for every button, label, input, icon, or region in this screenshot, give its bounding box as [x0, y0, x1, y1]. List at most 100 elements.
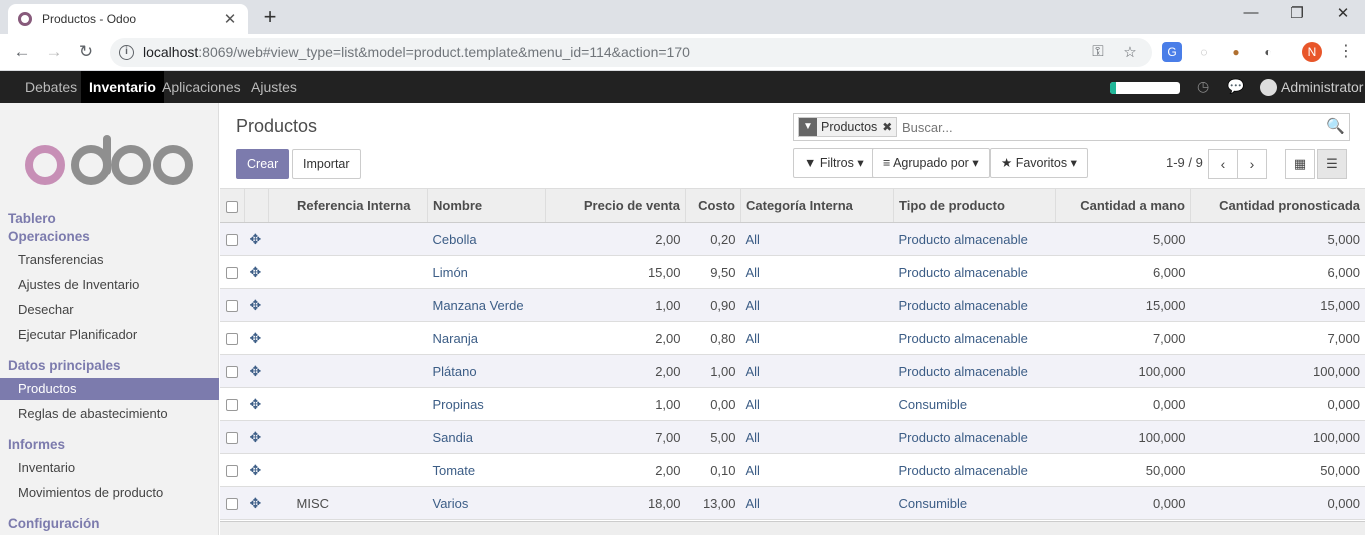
- tab-title: Productos - Odoo: [42, 12, 137, 26]
- row-checkbox[interactable]: [220, 321, 245, 355]
- sidebar-section-tablero[interactable]: Tablero: [8, 211, 56, 226]
- favorites-button[interactable]: ★ Favoritos ▾: [990, 148, 1088, 178]
- col-cantidad-pronosticada[interactable]: Cantidad pronosticada: [1190, 188, 1365, 223]
- groupby-button[interactable]: ≡ Agrupado por ▾: [872, 148, 990, 178]
- drag-handle-icon[interactable]: ✥: [244, 387, 269, 421]
- search-input[interactable]: [902, 118, 1322, 136]
- col-cantidad-mano[interactable]: Cantidad a mano: [1055, 188, 1191, 223]
- table-row[interactable]: ✥ Tomate 2,00 0,10 All Producto almacenable 50…: [220, 453, 1365, 487]
- cell-nombre: Propinas: [427, 387, 546, 421]
- close-window-icon[interactable]: ✕: [1330, 4, 1356, 22]
- list-view-icon[interactable]: ☰: [1317, 149, 1347, 179]
- menu-debates[interactable]: Debates: [17, 71, 85, 103]
- table-row[interactable]: ✥ Manzana Verde 1,00 0,90 All Producto almace…: [220, 288, 1365, 322]
- search-icon[interactable]: 🔍: [1326, 117, 1345, 135]
- key-icon[interactable]: ⚿: [1088, 43, 1108, 60]
- site-info-icon[interactable]: i: [119, 45, 134, 60]
- browser-tab[interactable]: Productos - Odoo ✕: [8, 4, 248, 34]
- col-precio-venta[interactable]: Precio de venta: [545, 188, 686, 223]
- back-icon[interactable]: ←: [10, 40, 34, 64]
- table-row[interactable]: ✥ Cebolla 2,00 0,20 All Producto almacenable 5…: [220, 222, 1365, 256]
- close-tab-icon[interactable]: ✕: [222, 10, 238, 28]
- cell-nombre: Plátano: [427, 354, 546, 388]
- pager-next-icon[interactable]: ›: [1237, 149, 1267, 179]
- chat-icon[interactable]: 💬: [1227, 78, 1244, 95]
- maximize-icon[interactable]: ❐: [1284, 4, 1310, 22]
- pager-previous-icon[interactable]: ‹: [1208, 149, 1238, 179]
- browser-menu-icon[interactable]: ⋮: [1336, 42, 1356, 62]
- sidebar-item-reglas-abastecimiento[interactable]: Reglas de abastecimiento: [0, 403, 219, 425]
- cell-precio-venta: 1,00: [545, 387, 686, 421]
- progress-bar[interactable]: [1110, 82, 1180, 94]
- create-button[interactable]: Crear: [236, 149, 290, 179]
- search-bar: ▼ Productos ✖ 🔍: [793, 113, 1350, 141]
- table-row[interactable]: ✥ Naranja 2,00 0,80 All Producto almacenable 7…: [220, 321, 1365, 355]
- sidebar-item-movimientos-producto[interactable]: Movimientos de producto: [0, 482, 219, 504]
- sidebar-item-ejecutar-planificador[interactable]: Ejecutar Planificador: [0, 324, 219, 346]
- address-bar[interactable]: i localhost:8069/web#view_type=list&mode…: [110, 38, 1152, 67]
- filters-button[interactable]: ▼ Filtros ▾: [793, 148, 875, 178]
- profile-avatar[interactable]: N: [1302, 42, 1322, 62]
- pager-value[interactable]: 1-9 / 9: [1166, 155, 1203, 170]
- row-checkbox[interactable]: [220, 387, 245, 421]
- minimize-icon[interactable]: —: [1238, 4, 1264, 21]
- extension-circle-icon[interactable]: ◐: [1258, 42, 1278, 62]
- sidebar-section-configuracion[interactable]: Configuración: [8, 516, 100, 531]
- import-button[interactable]: Importar: [292, 149, 361, 179]
- col-tipo-producto[interactable]: Tipo de producto: [893, 188, 1056, 223]
- extension-icon[interactable]: ◌: [1194, 42, 1214, 62]
- table-row[interactable]: ✥ MISC Varios 18,00 13,00 All Consumible 0,000 0…: [220, 486, 1365, 520]
- row-checkbox[interactable]: [220, 255, 245, 289]
- sidebar-item-ajustes-inventario[interactable]: Ajustes de Inventario: [0, 274, 219, 296]
- drag-handle-icon[interactable]: ✥: [244, 420, 269, 454]
- sidebar-item-productos[interactable]: Productos: [0, 378, 219, 400]
- drag-handle-icon[interactable]: ✥: [244, 453, 269, 487]
- col-referencia-interna[interactable]: Referencia Interna: [268, 188, 428, 223]
- row-checkbox[interactable]: [220, 453, 245, 487]
- filter-icon: ▼: [799, 118, 817, 136]
- select-all-checkbox[interactable]: [220, 188, 245, 223]
- table-body: ✥ Cebolla 2,00 0,20 All Producto almacenable 5…: [220, 222, 1365, 520]
- drag-handle-icon[interactable]: ✥: [244, 321, 269, 355]
- sidebar-section-informes[interactable]: Informes: [8, 437, 65, 452]
- url-text[interactable]: localhost:8069/web#view_type=list&model=…: [143, 44, 690, 60]
- drag-handle-icon[interactable]: ✥: [244, 255, 269, 289]
- sidebar-section-datos-principales[interactable]: Datos principales: [8, 358, 121, 373]
- sidebar-section-operaciones[interactable]: Operaciones: [8, 229, 90, 244]
- drag-handle-icon[interactable]: ✥: [244, 288, 269, 322]
- table-row[interactable]: ✥ Propinas 1,00 0,00 All Consumible 0,000 0,000: [220, 387, 1365, 421]
- kanban-view-icon[interactable]: ▦: [1285, 149, 1315, 179]
- search-facet[interactable]: ▼ Productos ✖: [798, 117, 898, 137]
- col-nombre[interactable]: Nombre: [427, 188, 546, 223]
- facet-remove-icon[interactable]: ✖: [882, 120, 892, 134]
- row-checkbox[interactable]: [220, 222, 245, 256]
- reload-icon[interactable]: ↻: [74, 40, 98, 64]
- drag-handle-icon[interactable]: ✥: [244, 486, 269, 520]
- user-menu[interactable]: Administrator: [1260, 71, 1363, 103]
- bookmark-star-icon[interactable]: ☆: [1120, 43, 1140, 61]
- translate-extension-icon[interactable]: G: [1162, 42, 1182, 62]
- row-checkbox[interactable]: [220, 420, 245, 454]
- table-row[interactable]: ✥ Limón 15,00 9,50 All Producto almacenable 6,…: [220, 255, 1365, 289]
- drag-handle-icon[interactable]: ✥: [244, 222, 269, 256]
- row-checkbox[interactable]: [220, 486, 245, 520]
- sidebar-item-transferencias[interactable]: Transferencias: [0, 249, 219, 271]
- row-checkbox[interactable]: [220, 288, 245, 322]
- drag-handle-icon[interactable]: ✥: [244, 354, 269, 388]
- menu-aplicaciones[interactable]: Aplicaciones: [154, 71, 249, 103]
- clock-icon[interactable]: ◷: [1197, 78, 1209, 95]
- cell-cantidad-pronosticada: 0,000: [1190, 387, 1365, 421]
- col-categoria-interna[interactable]: Categoría Interna: [740, 188, 894, 223]
- new-tab-icon[interactable]: +: [260, 5, 280, 29]
- sidebar-item-inventario[interactable]: Inventario: [0, 457, 219, 479]
- sidebar-item-desechar[interactable]: Desechar: [0, 299, 219, 321]
- cookie-extension-icon[interactable]: ●: [1226, 42, 1246, 62]
- menu-ajustes[interactable]: Ajustes: [243, 71, 305, 103]
- cell-cantidad-mano: 50,000: [1055, 453, 1191, 487]
- table-row[interactable]: ✥ Plátano 2,00 1,00 All Producto almacenable 1…: [220, 354, 1365, 388]
- table-row[interactable]: ✥ Sandia 7,00 5,00 All Producto almacenable 10…: [220, 420, 1365, 454]
- forward-icon[interactable]: →: [42, 40, 66, 64]
- col-costo[interactable]: Costo: [685, 188, 741, 223]
- row-checkbox[interactable]: [220, 354, 245, 388]
- menu-inventario[interactable]: Inventario: [81, 71, 164, 103]
